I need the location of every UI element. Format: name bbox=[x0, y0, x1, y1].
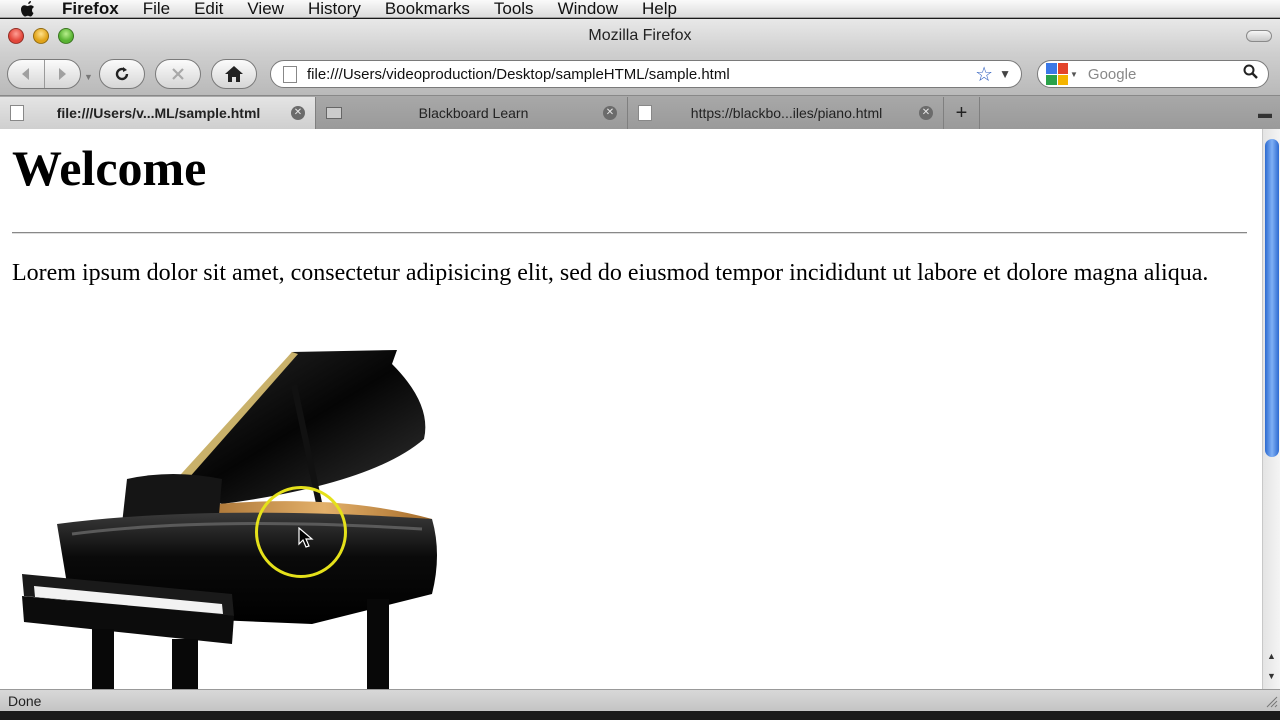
url-history-dropdown-icon[interactable]: ▼ bbox=[999, 67, 1011, 81]
tab-blackboard-learn[interactable]: Blackboard Learn ✕ bbox=[316, 97, 628, 129]
page-icon bbox=[10, 105, 24, 121]
google-engine-icon[interactable] bbox=[1046, 63, 1068, 85]
tab-label: https://blackbo...iles/piano.html bbox=[690, 105, 883, 121]
window-title: Mozilla Firefox bbox=[588, 27, 692, 44]
apple-icon[interactable] bbox=[0, 0, 56, 18]
back-button[interactable] bbox=[8, 60, 44, 88]
back-arrow-icon bbox=[21, 68, 29, 80]
menu-tools[interactable]: Tools bbox=[482, 0, 546, 18]
close-window-button[interactable] bbox=[8, 28, 24, 44]
forward-button[interactable] bbox=[43, 60, 81, 88]
vertical-scrollbar[interactable]: ▲ ▼ bbox=[1262, 129, 1280, 689]
zoom-window-button[interactable] bbox=[58, 28, 74, 44]
reload-icon bbox=[115, 67, 129, 81]
new-tab-button[interactable]: + bbox=[944, 97, 980, 129]
horizontal-rule bbox=[12, 232, 1247, 234]
page-paragraph: Lorem ipsum dolor sit amet, consectetur … bbox=[12, 260, 1209, 286]
window-controls bbox=[8, 28, 74, 44]
page-icon bbox=[638, 105, 652, 121]
close-tab-icon[interactable]: ✕ bbox=[291, 106, 305, 120]
menu-help[interactable]: Help bbox=[630, 0, 689, 18]
status-text: Done bbox=[8, 693, 42, 709]
menu-bookmarks[interactable]: Bookmarks bbox=[373, 0, 482, 18]
status-bar: Done bbox=[0, 689, 1280, 711]
url-field[interactable]: file:///Users/videoproduction/Desktop/sa… bbox=[307, 66, 975, 83]
url-bar[interactable]: file:///Users/videoproduction/Desktop/sa… bbox=[270, 60, 1022, 88]
home-button[interactable] bbox=[211, 59, 257, 89]
page-heading: Welcome bbox=[12, 140, 207, 196]
reload-button[interactable] bbox=[99, 59, 145, 89]
history-dropdown-icon[interactable]: ▼ bbox=[84, 72, 93, 82]
search-icon[interactable] bbox=[1243, 64, 1258, 84]
search-input[interactable]: Google bbox=[1088, 66, 1243, 83]
list-all-tabs-icon[interactable]: ▬ bbox=[1258, 105, 1272, 121]
search-engine-dropdown-icon[interactable]: ▼ bbox=[1070, 70, 1078, 79]
forward-arrow-icon bbox=[59, 68, 67, 80]
close-tab-icon[interactable]: ✕ bbox=[603, 106, 617, 120]
tab-label: Blackboard Learn bbox=[418, 105, 529, 121]
tab-label: file:///Users/v...ML/sample.html bbox=[56, 105, 261, 121]
menu-edit[interactable]: Edit bbox=[182, 0, 235, 18]
search-bar[interactable]: ▼ Google bbox=[1037, 60, 1269, 88]
tab-strip: file:///Users/v...ML/sample.html ✕ Black… bbox=[0, 95, 1280, 129]
stop-icon bbox=[172, 68, 184, 80]
screen-bottom-edge bbox=[0, 711, 1280, 720]
menu-file[interactable]: File bbox=[131, 0, 182, 18]
scroll-down-icon[interactable]: ▼ bbox=[1267, 671, 1276, 681]
home-icon bbox=[225, 66, 243, 82]
stop-button[interactable] bbox=[155, 59, 201, 89]
close-tab-icon[interactable]: ✕ bbox=[919, 106, 933, 120]
mouse-cursor-icon bbox=[298, 527, 314, 548]
back-forward-group bbox=[7, 59, 81, 89]
resize-grip-icon[interactable] bbox=[1264, 694, 1278, 708]
menu-app-firefox[interactable]: Firefox bbox=[56, 0, 131, 18]
page-icon bbox=[283, 65, 297, 83]
menu-window[interactable]: Window bbox=[546, 0, 630, 18]
menu-history[interactable]: History bbox=[296, 0, 373, 18]
page-content: Welcome Lorem ipsum dolor sit amet, cons… bbox=[0, 129, 1262, 689]
blackboard-favicon-icon bbox=[326, 107, 342, 119]
tab-sample-html[interactable]: file:///Users/v...ML/sample.html ✕ bbox=[0, 97, 316, 129]
macos-menu-bar: Firefox File Edit View History Bookmarks… bbox=[0, 0, 1280, 18]
toolbar-toggle-button[interactable] bbox=[1246, 30, 1272, 42]
piano-image bbox=[22, 350, 437, 689]
tab-piano-html[interactable]: https://blackbo...iles/piano.html ✕ bbox=[628, 97, 944, 129]
menu-view[interactable]: View bbox=[235, 0, 296, 18]
scrollbar-thumb[interactable] bbox=[1265, 139, 1279, 457]
bookmark-star-icon[interactable]: ☆ bbox=[975, 62, 993, 87]
window-title-bar: Mozilla Firefox bbox=[0, 19, 1280, 53]
minimize-window-button[interactable] bbox=[33, 28, 49, 44]
scroll-up-icon[interactable]: ▲ bbox=[1267, 651, 1276, 661]
